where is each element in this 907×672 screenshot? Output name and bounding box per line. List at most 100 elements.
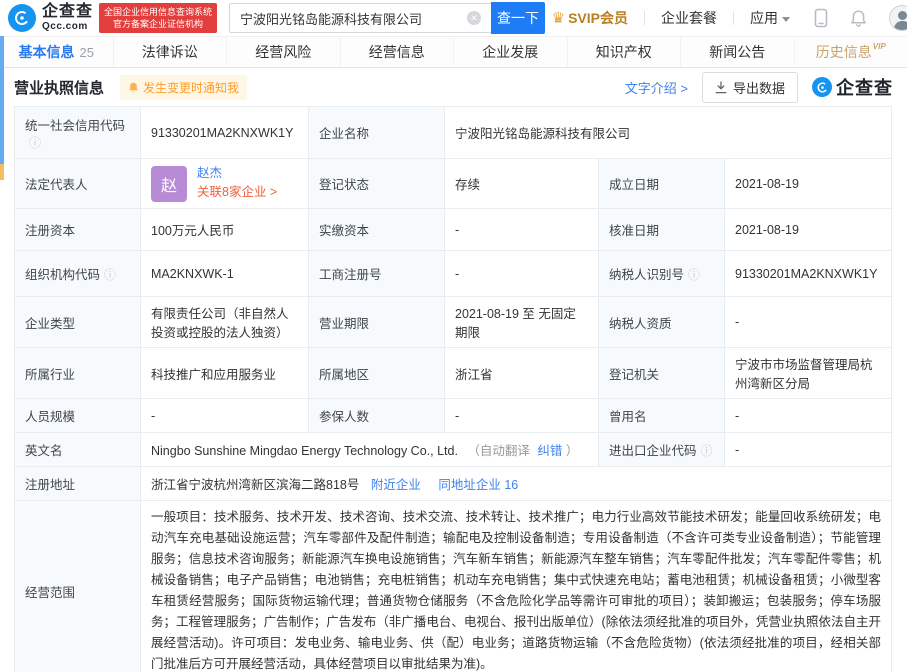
field-label: 核准日期 bbox=[599, 209, 725, 251]
field-label: 营业期限 bbox=[309, 297, 445, 348]
export-data-button[interactable]: 导出数据 bbox=[702, 72, 798, 103]
field-label: 人员规模 bbox=[15, 399, 141, 433]
edge-widget-orange bbox=[0, 164, 4, 180]
table-row: 统一社会信用代码ⓘ 91330201MA2KNXWK1Y 企业名称 宁波阳光铭岛… bbox=[15, 107, 892, 159]
table-row: 注册地址 浙江省宁波杭州湾新区滨海二路818号 附近企业 同地址企业 16 bbox=[15, 467, 892, 501]
table-row: 组织机构代码 ⓘ MA2KNXWK-1 工商注册号 - 纳税人识别号 ⓘ 91330… bbox=[15, 251, 892, 297]
svip-member-link[interactable]: ♛ SVIP会员 bbox=[552, 8, 628, 28]
apps-menu[interactable]: 应用 bbox=[750, 8, 790, 28]
same-address-companies-link[interactable]: 同地址企业 16 bbox=[438, 478, 518, 492]
tab-operation-risk[interactable]: 经营风险 bbox=[226, 37, 340, 67]
company-nav-tabs: 基本信息25 法律诉讼 经营风险 经营信息 企业发展 知识产权 新闻公告 历史信… bbox=[0, 36, 907, 68]
table-row: 所属行业 科技推广和应用服务业 所属地区 浙江省 登记机关 宁波市市场监督管理局… bbox=[15, 348, 892, 399]
info-icon[interactable]: ⓘ bbox=[701, 444, 713, 458]
info-icon[interactable]: ⓘ bbox=[29, 136, 41, 150]
search-area: ✕ 查一下 bbox=[229, 2, 545, 34]
reg-address-value: 浙江省宁波杭州湾新区滨海二路818号 bbox=[151, 478, 359, 492]
correction-link[interactable]: 纠错 bbox=[537, 444, 562, 458]
legal-rep-avatar[interactable]: 赵 bbox=[151, 166, 187, 202]
crown-icon: ♛ bbox=[552, 9, 565, 27]
table-row: 英文名 Ningbo Sunshine Mingdao Energy Techn… bbox=[15, 433, 892, 467]
table-row: 注册资本 100万元人民币 实缴资本 - 核准日期 2021-08-19 bbox=[15, 209, 892, 251]
reg-capital-value: 100万元人民币 bbox=[141, 209, 309, 251]
field-label: 进出口企业代码 bbox=[609, 444, 697, 458]
text-intro-link[interactable]: 文字介绍 > bbox=[625, 78, 688, 97]
field-label: 工商注册号 bbox=[309, 251, 445, 297]
field-label: 企业类型 bbox=[15, 297, 141, 348]
company-name-value: 宁波阳光铭岛能源科技有限公司 bbox=[445, 107, 892, 159]
field-label: 法定代表人 bbox=[15, 159, 141, 209]
auto-translate-note: （自动翻译 bbox=[467, 444, 530, 458]
clear-search-icon[interactable]: ✕ bbox=[467, 11, 481, 25]
field-label: 登记机关 bbox=[599, 348, 725, 399]
logo-domain: Qcc.com bbox=[42, 22, 93, 32]
region-value: 浙江省 bbox=[445, 348, 599, 399]
notify-on-change-button[interactable]: 发生变更时通知我 bbox=[120, 75, 247, 100]
logo-name: 企查查 bbox=[42, 4, 93, 20]
former-name-value: - bbox=[725, 399, 892, 433]
staff-size-value: - bbox=[141, 399, 309, 433]
search-button[interactable]: 查一下 bbox=[491, 2, 545, 34]
table-row: 人员规模 - 参保人数 - 曾用名 - bbox=[15, 399, 892, 433]
field-label: 统一社会信用代码 bbox=[25, 119, 125, 133]
field-label: 所属行业 bbox=[15, 348, 141, 399]
vip-tag: VIP bbox=[873, 42, 886, 51]
nearby-companies-link[interactable]: 附近企业 bbox=[371, 478, 421, 492]
divider bbox=[644, 11, 645, 25]
related-companies-link[interactable]: 关联8家企业 > bbox=[197, 185, 277, 201]
business-scope-value: 一般项目：技术服务、技术开发、技术咨询、技术交流、技术转让、技术推广；电力行业高… bbox=[151, 507, 881, 672]
bell-icon bbox=[128, 81, 139, 94]
table-row: 经营范围 一般项目：技术服务、技术开发、技术咨询、技术交流、技术转让、技术推广；… bbox=[15, 501, 892, 672]
divider bbox=[733, 11, 734, 25]
download-icon bbox=[715, 81, 727, 94]
reg-authority-value: 宁波市市场监督管理局杭州湾新区分局 bbox=[725, 348, 892, 399]
section-title: 营业执照信息 bbox=[14, 77, 104, 98]
industry-value: 科技推广和应用服务业 bbox=[141, 348, 309, 399]
approval-date-value: 2021-08-19 bbox=[725, 209, 892, 251]
qcc-watermark: 企查查 bbox=[812, 74, 893, 100]
biz-reg-no-value: - bbox=[445, 251, 599, 297]
legal-rep-name-link[interactable]: 赵杰 bbox=[197, 166, 277, 182]
paid-capital-value: - bbox=[445, 209, 599, 251]
field-label: 参保人数 bbox=[309, 399, 445, 433]
insured-count-value: - bbox=[445, 399, 599, 433]
business-license-table: 统一社会信用代码 ⓘ 91330201MA2KNXWK1Y 企业名称 宁波阳光铭岛… bbox=[14, 106, 892, 672]
tab-basic-info[interactable]: 基本信息25 bbox=[0, 37, 113, 67]
field-label: 实缴资本 bbox=[309, 209, 445, 251]
enterprise-package-link[interactable]: 企业套餐 bbox=[661, 8, 717, 28]
field-label: 曾用名 bbox=[599, 399, 725, 433]
user-avatar[interactable] bbox=[889, 5, 907, 31]
field-label: 注册地址 bbox=[15, 467, 141, 501]
chevron-down-icon bbox=[782, 17, 790, 22]
table-row: 法定代表人 赵 赵杰 关联8家企业 > 登记状态 存续 成立日期 2021-08… bbox=[15, 159, 892, 209]
tab-legal-litigation[interactable]: 法律诉讼 bbox=[113, 37, 227, 67]
taxpayer-id-value: 91330201MA2KNXWK1Y bbox=[725, 251, 892, 297]
field-label: 纳税人识别号 bbox=[609, 268, 684, 282]
notification-bell-icon[interactable] bbox=[850, 9, 867, 28]
import-export-code-value: - bbox=[725, 433, 892, 467]
info-icon[interactable]: ⓘ bbox=[104, 268, 116, 282]
edge-widget-blue bbox=[0, 36, 4, 164]
qcc-logo[interactable]: 企查查 Qcc.com bbox=[8, 4, 93, 32]
qcc-logo-icon bbox=[812, 77, 832, 97]
tab-intellectual-property[interactable]: 知识产权 bbox=[567, 37, 681, 67]
search-input[interactable] bbox=[229, 3, 491, 33]
tab-company-development[interactable]: 企业发展 bbox=[453, 37, 567, 67]
tab-history-info[interactable]: 历史信息VIP bbox=[794, 37, 907, 67]
qcc-logo-icon bbox=[8, 4, 36, 32]
field-label: 英文名 bbox=[15, 433, 141, 467]
taxpayer-quali-value: - bbox=[725, 297, 892, 348]
info-icon[interactable]: ⓘ bbox=[688, 268, 700, 282]
tab-news-announcements[interactable]: 新闻公告 bbox=[680, 37, 794, 67]
mobile-app-icon[interactable] bbox=[814, 8, 828, 28]
field-label: 注册资本 bbox=[15, 209, 141, 251]
biz-term-value: 2021-08-19 至 无固定期限 bbox=[445, 297, 599, 348]
field-label: 组织机构代码 bbox=[25, 268, 100, 282]
org-code-value: MA2KNXWK-1 bbox=[141, 251, 309, 297]
establish-date-value: 2021-08-19 bbox=[725, 159, 892, 209]
field-label: 纳税人资质 bbox=[599, 297, 725, 348]
field-label: 企业名称 bbox=[309, 107, 445, 159]
gov-certification-badge: 全国企业信用信息查询系统 官方备案企业证信机构 bbox=[99, 3, 217, 33]
tab-operation-info[interactable]: 经营信息 bbox=[340, 37, 454, 67]
field-label: 经营范围 bbox=[15, 501, 141, 672]
